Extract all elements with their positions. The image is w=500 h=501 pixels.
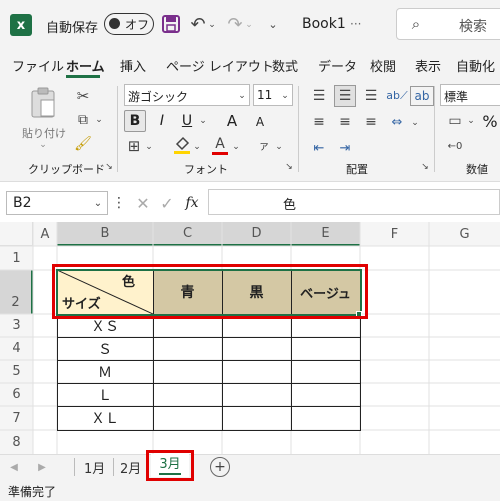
tab-separator — [74, 458, 75, 476]
status-bar — [0, 481, 500, 501]
highlight-box-header — [52, 264, 368, 319]
table-borders — [57, 270, 361, 431]
sheet-tab-bar — [0, 454, 500, 481]
add-sheet-icon[interactable]: + — [210, 457, 230, 477]
tab-separator — [113, 458, 114, 476]
status-text: 準備完了 — [8, 485, 57, 499]
scroll-right-icon[interactable]: ▶ — [36, 459, 48, 475]
sheet-tab-1[interactable]: 1月 — [84, 458, 105, 477]
sheet-tab-2[interactable]: 2月 — [120, 458, 141, 477]
scroll-left-icon[interactable]: ◀ — [8, 459, 20, 475]
highlight-box-tab — [146, 450, 194, 481]
